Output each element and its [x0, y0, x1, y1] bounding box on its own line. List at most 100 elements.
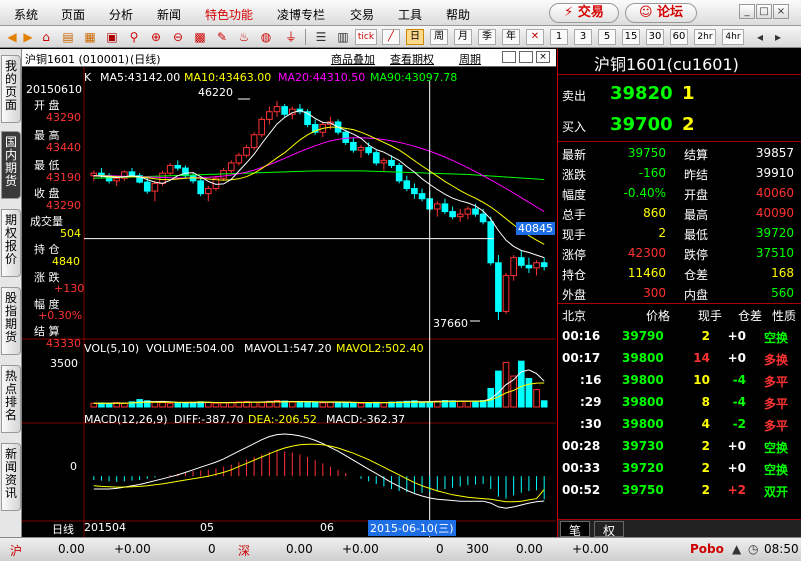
- book-icon[interactable]: ▤: [60, 29, 76, 45]
- period-30-button[interactable]: 30: [646, 29, 664, 45]
- search-icon[interactable]: ⚲: [126, 29, 142, 45]
- tick-row[interactable]: :16 39800 10 -4 多平: [558, 373, 801, 393]
- back-arrow-icon[interactable]: ◀: [4, 29, 20, 45]
- tick-time: 00:52: [562, 483, 601, 497]
- toolbar: ◀ ▶ ⌂ ▤ ▦ ▣ ⚲ ⊕ ⊖ ▩ ✎ ♨ ◍ ⏚ ☰ ▥ tick ╱ 日…: [0, 26, 801, 48]
- menu-system[interactable]: 系统: [14, 6, 38, 23]
- tab-news[interactable]: 新闻资讯: [1, 443, 21, 511]
- tick-row[interactable]: :29 39800 8 -4 多平: [558, 395, 801, 415]
- tab-index-futures[interactable]: 股指期货: [1, 287, 21, 355]
- bookmark-icon[interactable]: ▣: [104, 29, 120, 45]
- tab-hot-ranking[interactable]: 热点排名: [1, 365, 21, 433]
- period-day-button[interactable]: 日: [406, 29, 424, 45]
- period-5-button[interactable]: 5: [598, 29, 616, 45]
- diff-line: [93, 433, 545, 509]
- dea-label: DEA:-206.52: [248, 413, 317, 426]
- table-icon[interactable]: ☰: [313, 29, 329, 45]
- filter-icon[interactable]: ⏚: [283, 29, 299, 45]
- period-3-button[interactable]: 3: [574, 29, 592, 45]
- close-button[interactable]: ×: [773, 4, 789, 19]
- scroll-right-icon[interactable]: ▸: [770, 29, 786, 45]
- kline-icon[interactable]: ▥: [335, 29, 351, 45]
- list-icon[interactable]: ▦: [82, 29, 98, 45]
- chart-close-icon[interactable]: ×: [536, 51, 550, 63]
- period-year-button[interactable]: 年: [502, 29, 520, 45]
- tick-row[interactable]: 00:17 39800 14 +0 多换: [558, 351, 801, 371]
- quote-stat-value: 39750: [627, 146, 666, 160]
- period-week-button[interactable]: 周: [430, 29, 448, 45]
- info-pct: +0.30%: [38, 309, 83, 322]
- tick-row[interactable]: 00:52 39750 2 +2 双开: [558, 483, 801, 503]
- mavol2-line: [93, 382, 545, 404]
- period-15-button[interactable]: 15: [622, 29, 640, 45]
- forward-arrow-icon[interactable]: ▶: [20, 29, 36, 45]
- candle-body: [151, 182, 159, 192]
- menu-help[interactable]: 帮助: [446, 6, 470, 23]
- period-month-button[interactable]: 月: [454, 29, 472, 45]
- tab-rights[interactable]: 权: [594, 521, 624, 538]
- period-season-button[interactable]: 季: [478, 29, 496, 45]
- line-icon[interactable]: ╱: [382, 29, 400, 45]
- period-link[interactable]: 周期: [459, 51, 481, 67]
- menu-analysis[interactable]: 分析: [109, 6, 133, 23]
- cross-icon[interactable]: ✕: [526, 29, 544, 45]
- volume-bar: [258, 401, 266, 408]
- menu-news[interactable]: 新闻: [157, 6, 181, 23]
- home-icon[interactable]: ⌂: [38, 29, 54, 45]
- zoom-in-icon[interactable]: ⊕: [148, 29, 164, 45]
- pen-icon[interactable]: ✎: [214, 29, 230, 45]
- quote-stat-value: 39720: [755, 226, 794, 240]
- grid-icon[interactable]: ▩: [192, 29, 208, 45]
- volume-bar: [495, 370, 502, 408]
- tick-row[interactable]: 00:28 39730 2 +0 空换: [558, 439, 801, 459]
- period-4hr-button[interactable]: 4hr: [722, 29, 744, 45]
- volume-bar: [311, 402, 319, 408]
- quote-stat-label: 最新: [562, 148, 587, 162]
- chart-icon[interactable]: ◍: [258, 29, 274, 45]
- scroll-left-icon[interactable]: ◂: [752, 29, 768, 45]
- period-2hr-button[interactable]: 2hr: [694, 29, 716, 45]
- tick-row[interactable]: 00:33 39720 2 +0 空换: [558, 461, 801, 481]
- candle-body: [464, 208, 472, 215]
- forum-button[interactable]: ☺ 论坛: [625, 3, 697, 23]
- chart-collapse-icon[interactable]: [502, 51, 516, 63]
- chart-expand-icon[interactable]: [519, 51, 533, 63]
- menu-column[interactable]: 凌博专栏: [277, 6, 325, 23]
- tick-button[interactable]: tick: [355, 29, 377, 45]
- maximize-button[interactable]: □: [756, 4, 772, 19]
- candle-body: [113, 177, 121, 182]
- tick-row[interactable]: :30 39800 4 -2 多平: [558, 417, 801, 437]
- zoom-out-icon[interactable]: ⊖: [170, 29, 186, 45]
- menu-page[interactable]: 页面: [61, 6, 85, 23]
- menu-tools[interactable]: 工具: [398, 6, 422, 23]
- tick-row[interactable]: 00:16 39790 2 +0 空换: [558, 329, 801, 349]
- period-1-button[interactable]: 1: [550, 29, 568, 45]
- lamp-icon[interactable]: ♨: [236, 29, 252, 45]
- tab-ticks[interactable]: 笔: [560, 521, 590, 538]
- menu-trade[interactable]: 交易: [350, 6, 374, 23]
- tick-oi-change: +0: [727, 461, 746, 475]
- vol-y-tick: 3500: [50, 357, 78, 370]
- mavol1-line: [93, 369, 545, 404]
- sz-label: 深: [238, 544, 251, 558]
- tab-my-page[interactable]: 我的页面: [1, 55, 21, 123]
- candle-body: [525, 264, 533, 269]
- ask-row[interactable]: 卖出 39820 1: [558, 83, 801, 107]
- tab-domestic-futures[interactable]: 国内期货: [1, 131, 21, 199]
- bid-row[interactable]: 买入 39700 2: [558, 114, 801, 138]
- period-60-button[interactable]: 60: [670, 29, 688, 45]
- view-options-link[interactable]: 查看期权: [390, 51, 434, 67]
- x-label-0: 201504: [84, 521, 126, 534]
- minimize-button[interactable]: _: [739, 4, 755, 19]
- status-bar: 沪 0.00 +0.00 0 深 0.00 +0.00 0 300 0.00 +…: [0, 537, 801, 561]
- candle-body: [166, 164, 174, 174]
- quote-stat-label: 开盘: [684, 188, 709, 202]
- menu-features[interactable]: 特色功能: [205, 6, 253, 23]
- tick-time: 00:33: [562, 461, 601, 475]
- tab-options-quote[interactable]: 期权报价: [1, 209, 21, 277]
- kline-chart[interactable]: 沪铜1601 (010001) (日线) 商品叠加 查看期权 周期 × 2015…: [22, 49, 556, 537]
- trade-button[interactable]: ⚡ 交易: [549, 3, 619, 23]
- bottom-tab-daily[interactable]: 日线: [52, 521, 74, 537]
- volume-bar: [350, 402, 357, 408]
- overlay-commodity-link[interactable]: 商品叠加: [331, 51, 375, 67]
